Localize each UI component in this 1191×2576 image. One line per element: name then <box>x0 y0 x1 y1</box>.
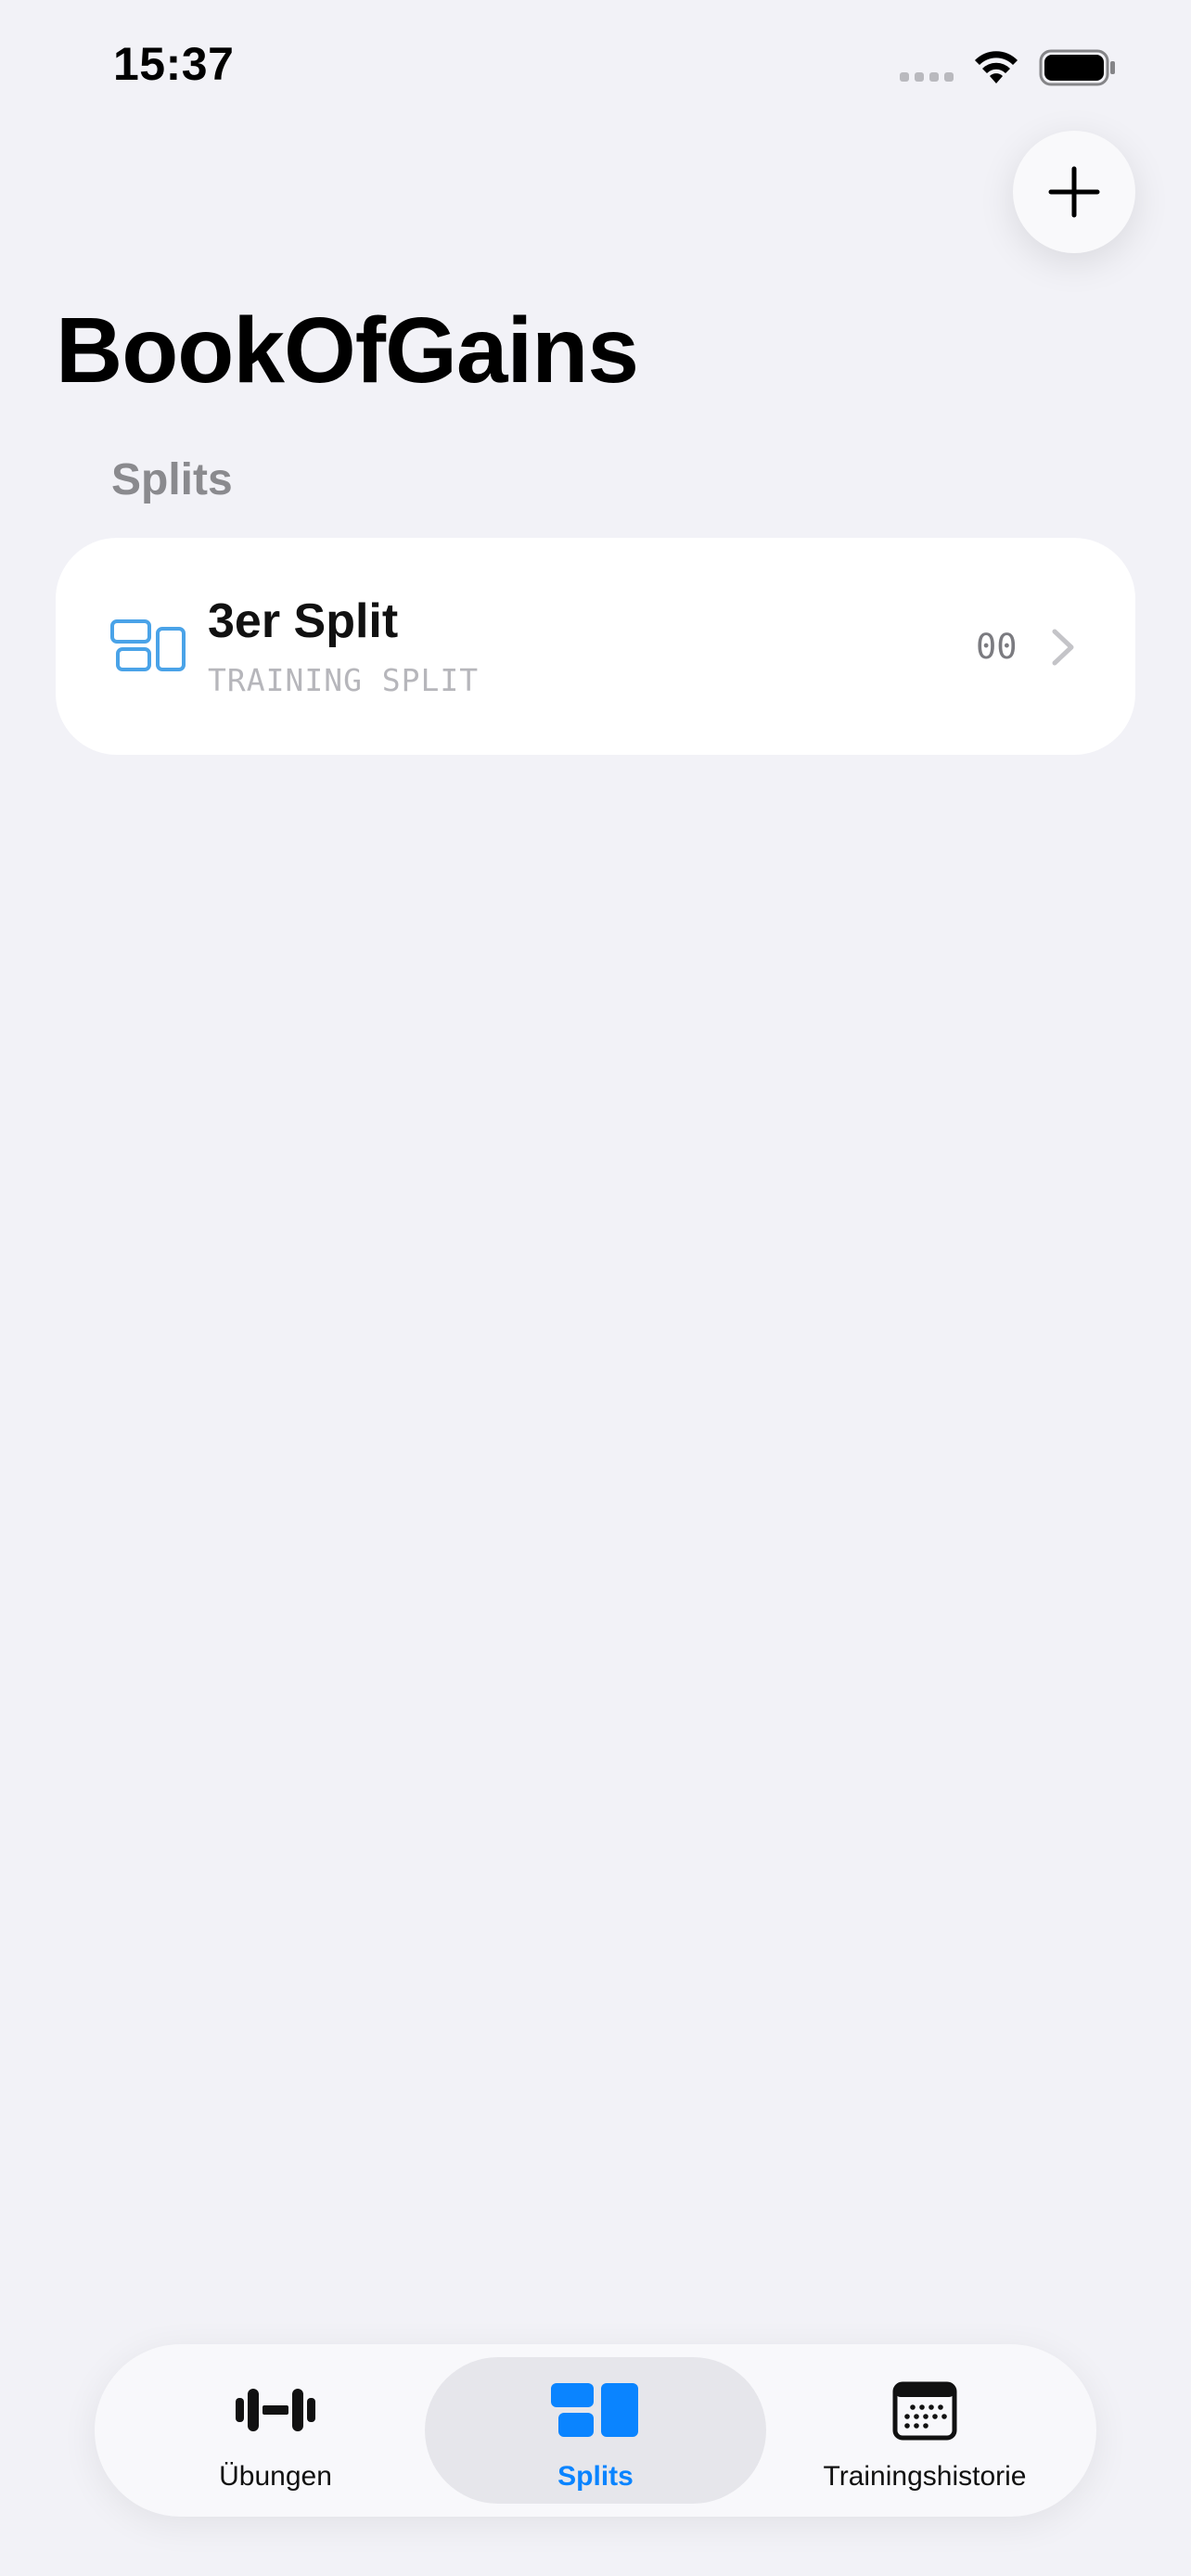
split-count: 00 <box>976 627 1018 667</box>
tab-history[interactable]: Trainingshistorie <box>762 2357 1087 2504</box>
battery-icon <box>1039 49 1115 86</box>
plus-icon <box>1048 166 1100 218</box>
wifi-icon <box>975 51 1018 83</box>
chevron-right-icon <box>1052 629 1074 666</box>
add-split-button[interactable] <box>1013 131 1135 253</box>
splits-icon <box>551 2383 638 2437</box>
status-time: 15:37 <box>113 38 235 90</box>
calendar-icon <box>892 2381 957 2441</box>
tab-label-history: Trainingshistorie <box>823 2461 1027 2492</box>
tab-splits[interactable]: Splits <box>425 2357 766 2504</box>
tab-label-splits: Splits <box>557 2461 634 2492</box>
tab-bar: Übungen Splits Trainingshistorie <box>95 2344 1096 2517</box>
split-title: 3er Split <box>208 594 399 648</box>
split-row[interactable]: 3er Split TRAINING SPLIT 00 <box>56 538 1135 755</box>
page-title: BookOfGains <box>56 299 639 402</box>
tab-label-exercises: Übungen <box>219 2461 332 2492</box>
split-subtitle: TRAINING SPLIT <box>208 662 480 698</box>
section-header: Splits <box>111 455 233 504</box>
dumbbell-icon <box>236 2389 315 2431</box>
cellular-signal-icon <box>900 72 954 82</box>
tab-exercises[interactable]: Übungen <box>113 2357 438 2504</box>
split-icon <box>110 619 186 671</box>
screen: 15:37 BookOfGains Splits 3er Split TRAIN… <box>0 0 1191 2576</box>
